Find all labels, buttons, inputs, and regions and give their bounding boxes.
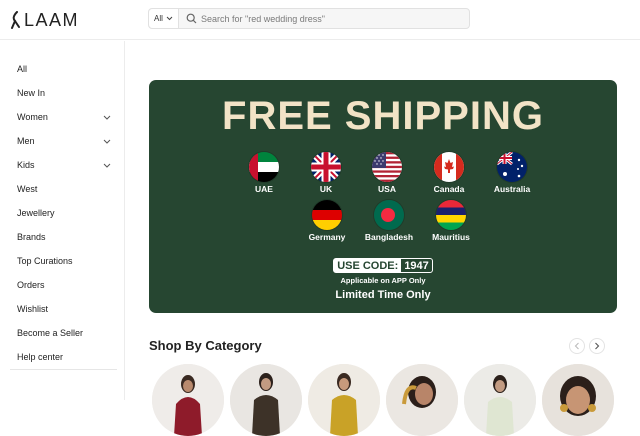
limited-time-note: Limited Time Only [335, 289, 431, 301]
sidebar-item-orders[interactable]: Orders [10, 273, 117, 297]
chevron-down-icon [103, 113, 111, 121]
sidebar-item-brands[interactable]: Brands [10, 225, 117, 249]
search-icon[interactable] [186, 13, 197, 24]
shop-by-category-title: Shop By Category [149, 338, 262, 353]
promo-code: USE CODE: 1947 [333, 258, 433, 273]
sidebar-item-men[interactable]: Men [10, 129, 117, 153]
top-bar: LAAM All [0, 0, 640, 40]
sidebar: All New In Women Men Kids West Jewellery… [0, 41, 125, 400]
sidebar-item-help-center[interactable]: Help center [10, 345, 117, 369]
sidebar-item-label: New In [17, 88, 46, 98]
canada-flag-icon [434, 152, 464, 182]
sidebar-item-women[interactable]: Women [10, 105, 117, 129]
category-next-button[interactable] [589, 338, 605, 354]
sidebar-item-label: Help center [17, 352, 64, 362]
chevron-down-icon [103, 161, 111, 169]
mauritius-flag-icon [436, 200, 466, 230]
sidebar-item-label: Jewellery [17, 208, 55, 218]
category-prev-button[interactable] [569, 338, 585, 354]
banner-title: FREE SHIPPING [222, 94, 544, 138]
laam-logo-icon [10, 11, 21, 29]
search-scope-value: All [154, 14, 163, 23]
sidebar-item-jewellery[interactable]: Jewellery [10, 201, 117, 225]
category-image[interactable] [464, 364, 536, 436]
promo-code-value: 1947 [404, 259, 429, 272]
sidebar-item-label: Top Curations [17, 256, 73, 266]
usa-flag-icon [372, 152, 402, 182]
country-label-australia: Australia [493, 184, 531, 194]
sidebar-item-label: Men [17, 136, 35, 146]
chevron-down-icon [103, 137, 111, 145]
category-image[interactable] [386, 364, 458, 436]
search-scope-dropdown[interactable]: All [149, 9, 179, 28]
free-shipping-banner[interactable]: FREE SHIPPING UAE UK USA Canada Australi… [149, 80, 617, 313]
sidebar-item-all[interactable]: All [10, 57, 117, 81]
sidebar-item-top-curations[interactable]: Top Curations [10, 249, 117, 273]
laam-logo[interactable]: LAAM [10, 9, 79, 31]
australia-flag-icon [497, 152, 527, 182]
sidebar-divider [10, 369, 117, 370]
sidebar-item-label: Women [17, 112, 48, 122]
sidebar-item-label: West [17, 184, 38, 194]
sidebar-item-label: Wishlist [17, 304, 48, 314]
chevron-left-icon [574, 342, 579, 350]
logo-text: LAAM [24, 9, 80, 30]
sidebar-item-wishlist[interactable]: Wishlist [10, 297, 117, 321]
category-image[interactable] [230, 364, 302, 436]
chevron-right-icon [595, 342, 600, 350]
promo-code-label: USE CODE: [334, 259, 402, 272]
promo-code-box: USE CODE: 1947 [149, 258, 617, 273]
sidebar-item-label: Kids [17, 160, 35, 170]
germany-flag-icon [312, 200, 342, 230]
sidebar-item-label: Brands [17, 232, 46, 242]
sidebar-item-new-in[interactable]: New In [10, 81, 117, 105]
sidebar-item-label: All [17, 64, 28, 74]
sidebar-item-become-a-seller[interactable]: Become a Seller [10, 321, 117, 345]
bangladesh-flag-icon [374, 200, 404, 230]
sidebar-item-kids[interactable]: Kids [10, 153, 117, 177]
country-label-mauritius: Mauritius [432, 232, 470, 242]
category-image[interactable] [308, 364, 380, 436]
category-image[interactable] [152, 364, 224, 436]
category-image[interactable] [542, 364, 614, 436]
sidebar-item-west[interactable]: West [10, 177, 117, 201]
search-input[interactable] [201, 13, 461, 24]
uae-flag-icon [249, 152, 279, 182]
chevron-down-icon [166, 16, 173, 21]
sidebar-item-label: Orders [17, 280, 45, 290]
applicable-note: Applicable on APP Only [340, 276, 426, 285]
sidebar-item-label: Become a Seller [17, 328, 84, 338]
uk-flag-icon [311, 152, 341, 182]
search-bar: All [148, 8, 470, 29]
